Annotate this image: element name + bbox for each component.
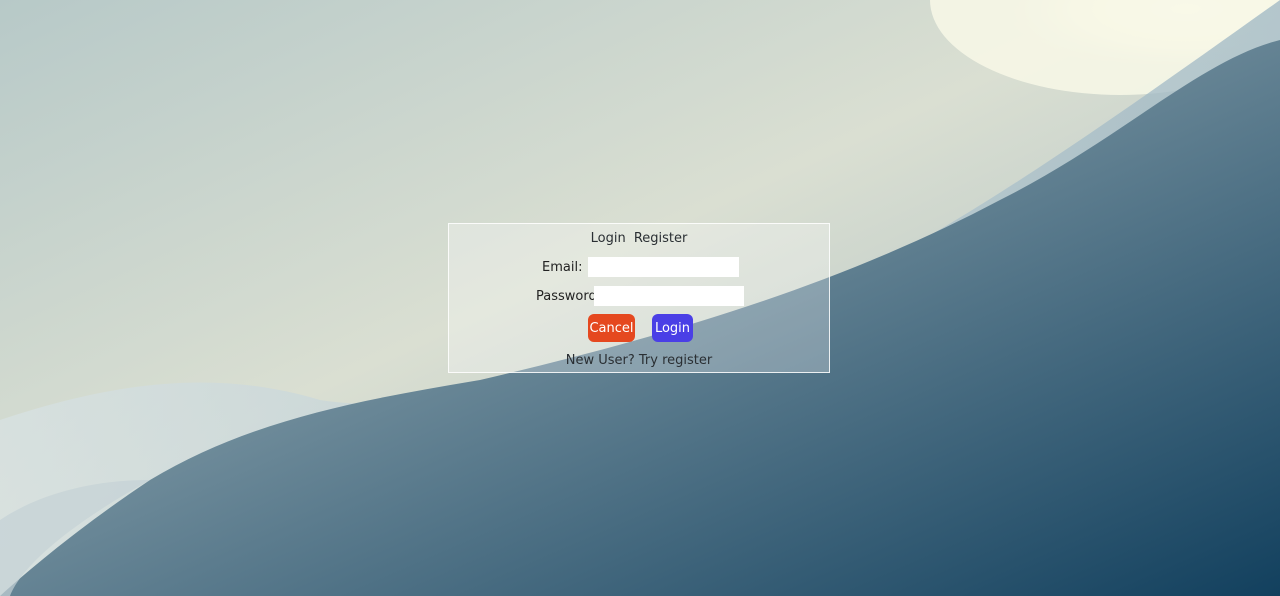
register-link[interactable]: New User? Try register bbox=[449, 353, 829, 368]
login-panel: Login Register Email: Password: Cancel L… bbox=[448, 223, 830, 373]
email-label: Email: bbox=[542, 260, 583, 275]
tab-register[interactable]: Register bbox=[634, 231, 688, 246]
cancel-button[interactable]: Cancel bbox=[588, 314, 635, 342]
password-field[interactable] bbox=[594, 286, 744, 306]
login-button[interactable]: Login bbox=[652, 314, 693, 342]
auth-tabs: Login Register bbox=[449, 231, 829, 246]
tab-login[interactable]: Login bbox=[591, 231, 626, 246]
password-label: Password: bbox=[536, 289, 602, 304]
email-field[interactable] bbox=[588, 257, 739, 277]
